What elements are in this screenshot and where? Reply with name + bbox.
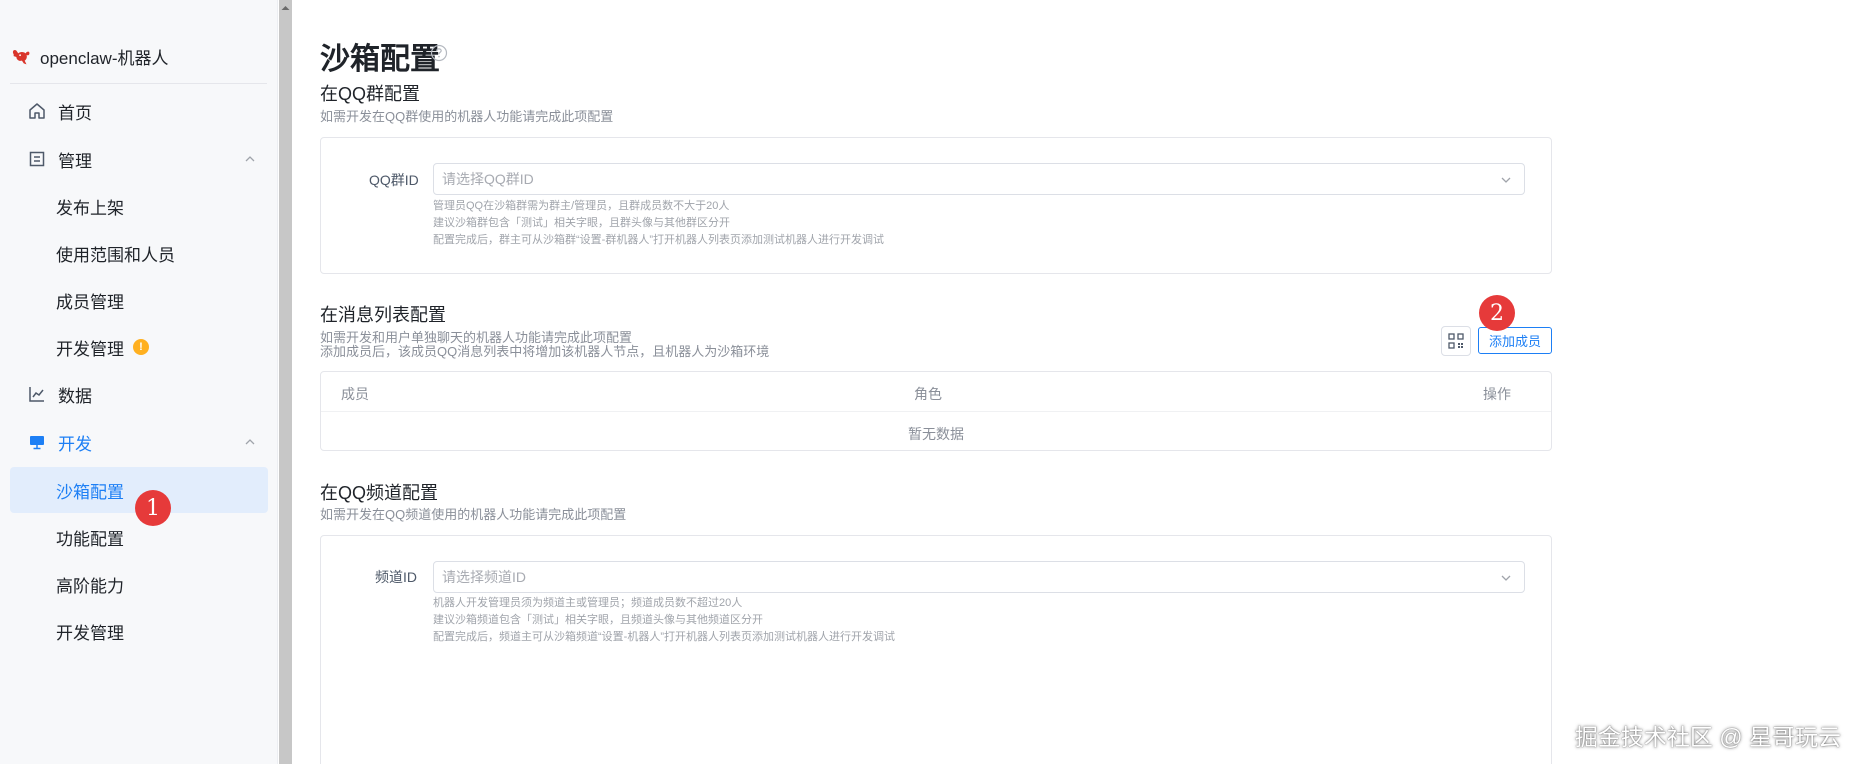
sidebar-item-advanced[interactable]: 高阶能力: [10, 561, 268, 607]
channel-section-desc: 如需开发在QQ频道使用的机器人功能请完成此项配置: [320, 507, 627, 522]
sidebar-item-label: 功能配置: [56, 529, 124, 549]
channel-id-placeholder: 请选择频道ID: [442, 569, 526, 585]
qq-group-hint: 管理员QQ在沙箱群需为群主/管理员，且群成员数不大于20人: [433, 200, 730, 212]
qq-group-section-desc: 如需开发在QQ群使用的机器人功能请完成此项配置: [320, 109, 614, 124]
message-list-section-desc: 添加成员后，该成员QQ消息列表中将增加该机器人节点，且机器人为沙箱环境: [320, 344, 770, 359]
channel-section-title: 在QQ频道配置: [320, 483, 439, 503]
qq-group-id-select[interactable]: 请选择QQ群ID: [433, 163, 1525, 195]
chevron-down-icon: [1501, 575, 1511, 581]
doc-icon: [26, 148, 48, 170]
sidebar-scrollbar[interactable]: [279, 0, 292, 764]
sidebar-item-label: 开发: [58, 434, 92, 454]
channel-card: 频道ID 请选择频道ID 机器人开发管理员须为频道主或管理员；频道成员数不超过2…: [320, 535, 1552, 764]
qq-group-id-placeholder: 请选择QQ群ID: [442, 171, 534, 187]
app-name: openclaw-机器人: [40, 49, 169, 68]
qq-group-id-label: QQ群ID: [369, 172, 419, 188]
members-table: 成员 角色 操作 暂无数据: [320, 371, 1552, 451]
sidebar-item-label: 成员管理: [56, 292, 124, 312]
column-header-actions: 操作: [1483, 386, 1511, 402]
table-header: 成员 角色 操作: [321, 372, 1551, 412]
add-member-button[interactable]: 添加成员: [1478, 327, 1552, 354]
scroll-up-arrow-icon[interactable]: [281, 6, 290, 10]
qr-code-icon: [1448, 333, 1464, 349]
sidebar-item-dev-manage[interactable]: 开发管理 !: [10, 324, 268, 370]
qq-group-hint: 配置完成后，群主可从沙箱群“设置-群机器人”打开机器人列表页添加测试机器人进行开…: [433, 234, 884, 246]
help-icon[interactable]: [430, 44, 448, 62]
channel-hint: 建议沙箱频道包含「测试」相关字眼，且频道头像与其他频道区分开: [433, 614, 763, 626]
sidebar: openclaw-机器人 首页 管理 发布上架 使用范围和人员 成员管理 开发管…: [0, 0, 278, 764]
warning-badge: !: [133, 339, 149, 355]
qq-group-section-title: 在QQ群配置: [320, 84, 421, 104]
qr-code-button[interactable]: [1441, 326, 1471, 356]
annotation-badge-2: 2: [1479, 295, 1515, 331]
channel-hint: 配置完成后，频道主可从沙箱频道“设置-机器人”打开机器人列表页添加测试机器人进行…: [433, 631, 895, 643]
main-content: 沙箱配置 在QQ群配置 如需开发在QQ群使用的机器人功能请完成此项配置 QQ群I…: [292, 0, 1859, 764]
sidebar-item-label: 沙箱配置: [56, 482, 124, 502]
sidebar-item-label: 首页: [58, 103, 92, 123]
home-icon: [26, 100, 48, 122]
qq-group-hint: 建议沙箱群包含「测试」相关字眼，且群头像与其他群区分开: [433, 217, 730, 229]
sidebar-item-publish[interactable]: 发布上架: [10, 183, 268, 229]
message-list-section-title: 在消息列表配置: [320, 305, 446, 325]
sidebar-item-label: 管理: [58, 151, 92, 171]
annotation-badge-1: 1: [135, 490, 171, 526]
sidebar-item-data[interactable]: 数据: [10, 371, 268, 417]
sidebar-item-label: 使用范围和人员: [56, 245, 175, 265]
page-title: 沙箱配置: [320, 43, 440, 76]
sidebar-item-label: 高阶能力: [56, 576, 124, 596]
chart-line-icon: [26, 383, 48, 405]
brand[interactable]: openclaw-机器人: [10, 44, 169, 69]
channel-id-label: 频道ID: [375, 569, 417, 585]
sidebar-item-home[interactable]: 首页: [10, 88, 268, 134]
qq-group-card: QQ群ID 请选择QQ群ID 管理员QQ在沙箱群需为群主/管理员，且群成员数不大…: [320, 137, 1552, 274]
table-empty-text: 暂无数据: [908, 426, 964, 442]
sidebar-item-manage[interactable]: 管理: [10, 136, 268, 182]
column-header-role: 角色: [914, 386, 942, 402]
column-header-member: 成员: [341, 386, 369, 402]
sidebar-item-label: 开发管理: [56, 339, 124, 359]
watermark: 掘金技术社区 @ 星哥玩云: [1574, 724, 1841, 750]
divider: [10, 83, 267, 84]
sidebar-item-label: 数据: [58, 386, 92, 406]
chevron-up-icon: [245, 439, 255, 445]
sidebar-item-features[interactable]: 功能配置: [10, 514, 268, 560]
sidebar-item-develop[interactable]: 开发: [10, 419, 268, 465]
chevron-down-icon: [1501, 177, 1511, 183]
lobster-logo-icon: [12, 49, 30, 64]
sidebar-item-dev-manage-2[interactable]: 开发管理: [10, 608, 268, 654]
chevron-up-icon: [245, 156, 255, 162]
monitor-icon: [26, 431, 48, 453]
sidebar-item-scope[interactable]: 使用范围和人员: [10, 230, 268, 276]
sidebar-item-label: 发布上架: [56, 198, 124, 218]
sidebar-item-label: 开发管理: [56, 623, 124, 643]
sidebar-item-members[interactable]: 成员管理: [10, 277, 268, 323]
channel-hint: 机器人开发管理员须为频道主或管理员；频道成员数不超过20人: [433, 597, 743, 609]
channel-id-select[interactable]: 请选择频道ID: [433, 561, 1525, 593]
